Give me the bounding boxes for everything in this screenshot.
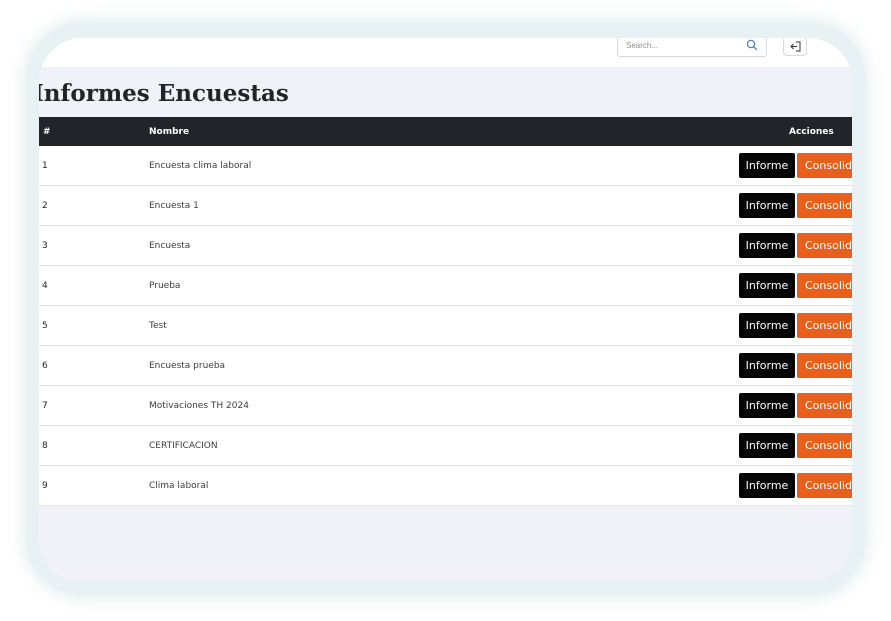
informe-button[interactable]: Informe (739, 153, 795, 178)
surveys-table: # Nombre Acciones 1 Encuesta clima labora… (39, 117, 852, 506)
row-number: 7 (42, 400, 48, 411)
consolidado-button[interactable]: Consolida (797, 433, 852, 459)
row-actions: InformeConsolida (669, 346, 852, 386)
informe-button[interactable]: Informe (739, 473, 795, 499)
search-box[interactable] (617, 38, 767, 57)
column-header-number: # (43, 126, 51, 137)
survey-name: Test (149, 320, 167, 331)
row-number: 2 (42, 200, 48, 211)
table-row: 4 Prueba InformeConsolida (39, 265, 852, 306)
table-row: 1 Encuesta clima laboral InformeConsolida (39, 146, 852, 186)
row-actions: InformeConsolida (669, 186, 852, 226)
consolidado-button[interactable]: Consolida (797, 353, 852, 379)
search-input[interactable] (626, 38, 744, 52)
informe-button[interactable]: Informe (739, 313, 795, 339)
informe-button[interactable]: Informe (739, 233, 795, 259)
survey-name: Encuesta clima laboral (149, 160, 252, 171)
survey-name: Encuesta 1 (149, 200, 199, 211)
row-actions: InformeConsolida (669, 466, 852, 506)
table-row: 5 Test InformeConsolida (39, 305, 852, 346)
table-row: 6 Encuesta prueba InformeConsolida (39, 345, 852, 386)
consolidado-button[interactable]: Consolida (797, 153, 852, 178)
table-row: 9 Clima laboral InformeConsolida (39, 465, 852, 506)
row-number: 1 (42, 160, 48, 171)
consolidado-button[interactable]: Consolida (797, 233, 852, 259)
survey-name: Clima laboral (149, 480, 209, 491)
logout-icon (790, 41, 801, 52)
informe-button[interactable]: Informe (739, 393, 795, 419)
survey-name: Motivaciones TH 2024 (149, 400, 249, 411)
logout-button[interactable] (783, 38, 807, 56)
column-header-actions: Acciones (789, 126, 834, 137)
informe-button[interactable]: Informe (739, 353, 795, 379)
table-row: 7 Motivaciones TH 2024 InformeConsolida (39, 385, 852, 426)
page-title: Informes Encuestas (39, 80, 289, 107)
top-navbar (39, 38, 852, 67)
table-row: 8 CERTIFICACION InformeConsolida (39, 425, 852, 466)
row-actions: InformeConsolida (669, 386, 852, 426)
row-number: 5 (42, 320, 48, 331)
survey-name: Encuesta prueba (149, 360, 226, 371)
row-actions: InformeConsolida (669, 146, 852, 186)
row-actions: InformeConsolida (669, 226, 852, 266)
table-header-row: # Nombre Acciones (39, 117, 852, 146)
survey-name: Encuesta (149, 240, 191, 251)
row-number: 3 (42, 240, 48, 251)
consolidado-button[interactable]: Consolida (797, 393, 852, 419)
row-actions: InformeConsolida (669, 266, 852, 306)
informe-button[interactable]: Informe (739, 433, 795, 459)
consolidado-button[interactable]: Consolida (797, 193, 852, 219)
row-number: 9 (42, 480, 48, 491)
row-actions: InformeConsolida (669, 426, 852, 466)
informe-button[interactable]: Informe (739, 193, 795, 219)
table-row: 3 Encuesta InformeConsolida (39, 225, 852, 266)
row-number: 8 (42, 440, 48, 451)
row-number: 4 (42, 280, 48, 291)
row-number: 6 (42, 360, 48, 371)
column-header-name: Nombre (149, 126, 190, 137)
consolidado-button[interactable]: Consolida (797, 273, 852, 299)
row-actions: InformeConsolida (669, 306, 852, 346)
app-screen: Informes Encuestas # Nombre Acciones 1 En… (39, 38, 852, 582)
survey-name: Prueba (149, 280, 181, 291)
search-icon[interactable] (746, 39, 758, 51)
table-row: 2 Encuesta 1 InformeConsolida (39, 185, 852, 226)
informe-button[interactable]: Informe (739, 273, 795, 299)
consolidado-button[interactable]: Consolida (797, 313, 852, 339)
survey-name: CERTIFICACION (149, 440, 218, 451)
consolidado-button[interactable]: Consolida (797, 473, 852, 499)
